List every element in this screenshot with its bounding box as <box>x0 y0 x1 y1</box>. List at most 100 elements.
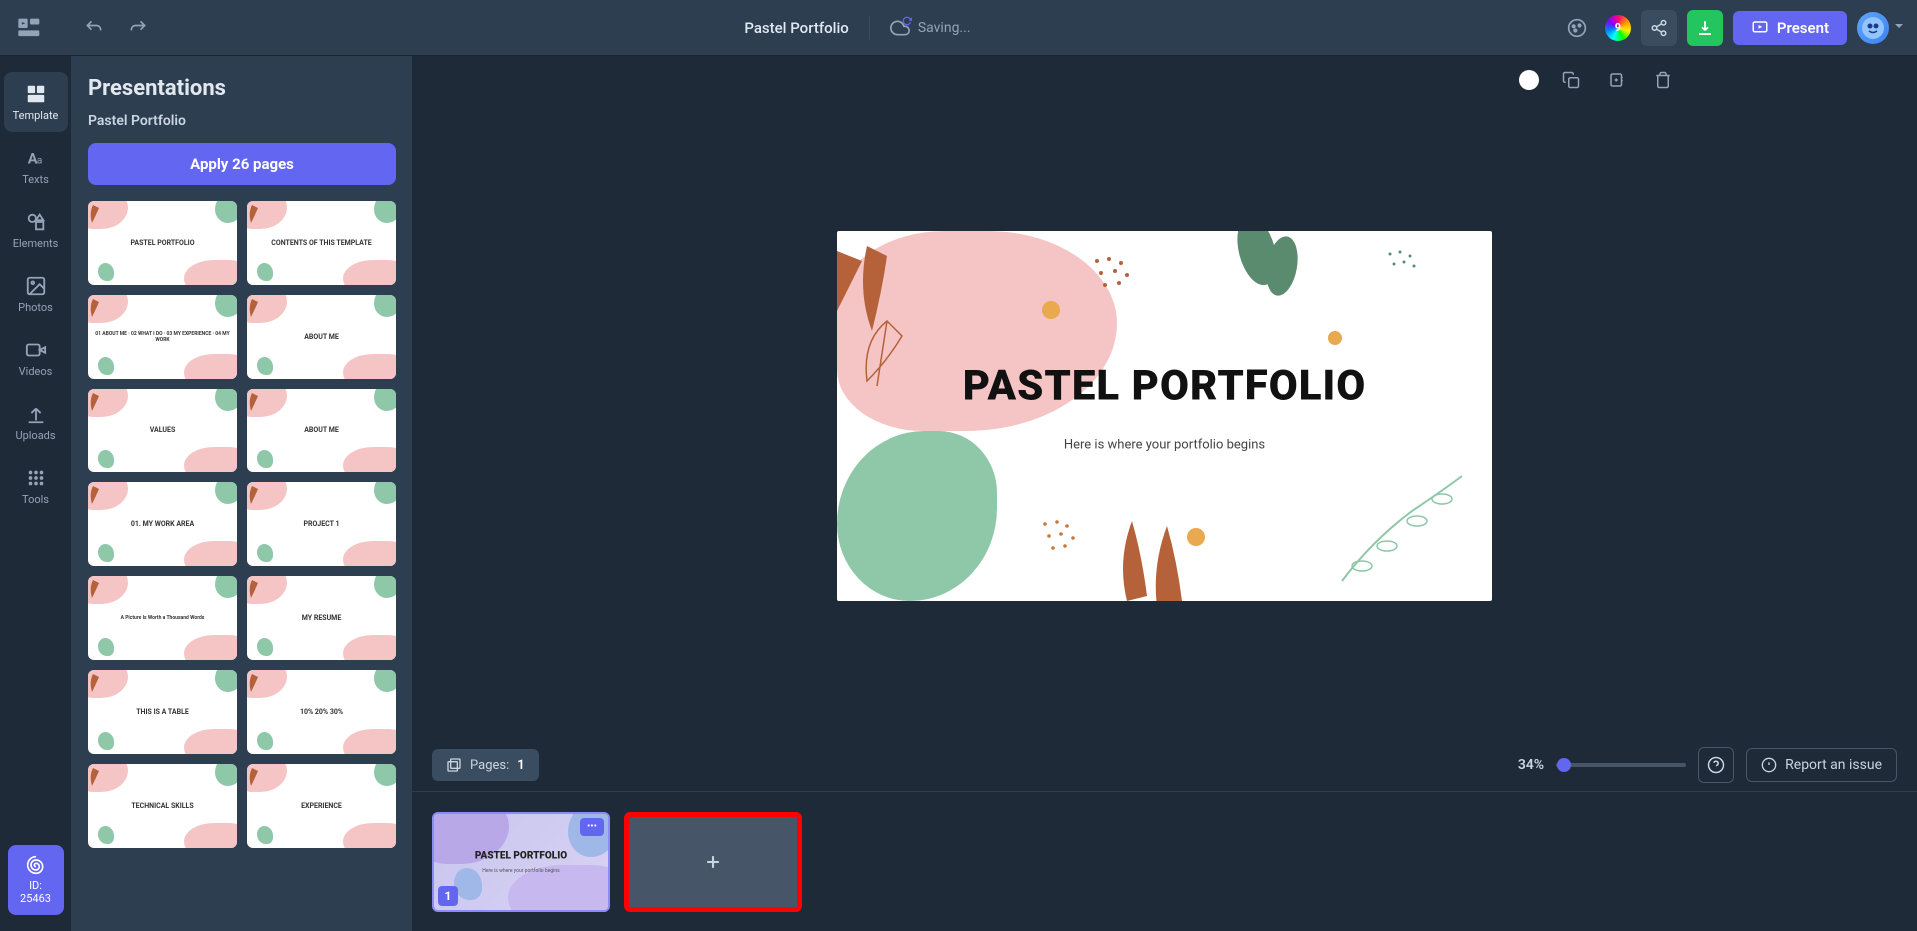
zoom-controls: 34% Report an issue <box>1518 747 1897 783</box>
template-thumbnail[interactable]: PROJECT 1 <box>247 482 396 566</box>
id-badge[interactable]: ID: 25463 <box>8 845 64 915</box>
slide-canvas[interactable]: PASTEL PORTFOLIO Here is where your port… <box>837 231 1492 601</box>
app-logo[interactable] <box>12 10 48 46</box>
thumbnail-title: CONTENTS OF THIS TEMPLATE <box>271 239 371 247</box>
undo-button[interactable] <box>76 10 112 46</box>
template-thumbnail[interactable]: ABOUT ME <box>247 389 396 473</box>
filmstrip-slide[interactable]: PASTEL PORTFOLIO Here is where your port… <box>432 812 610 912</box>
zoom-slider[interactable] <box>1556 763 1686 767</box>
filmstrip-slide-menu-button[interactable]: ••• <box>580 818 604 836</box>
template-thumbnail[interactable]: CONTENTS OF THIS TEMPLATE <box>247 201 396 285</box>
pages-icon <box>446 757 462 773</box>
add-slide-button[interactable] <box>624 812 802 912</box>
background-color-swatch[interactable] <box>1519 70 1539 90</box>
copy-slide-button[interactable] <box>1557 66 1585 94</box>
decor-leaf <box>1232 231 1312 321</box>
main-area: Template Aa Texts Elements Photos Videos… <box>0 56 1917 931</box>
template-thumbnail[interactable]: VALUES <box>88 389 237 473</box>
template-thumbnail[interactable]: 01 ABOUT ME · 02 WHAT I DO · 03 MY EXPER… <box>88 295 237 379</box>
decor-dots <box>1087 251 1147 301</box>
divider <box>869 16 870 40</box>
history-controls <box>76 10 156 46</box>
palette-button[interactable] <box>1559 10 1595 46</box>
thumbnail-title: EXPERIENCE <box>301 802 342 810</box>
template-thumbnail[interactable]: MY RESUME <box>247 576 396 660</box>
template-thumbnail[interactable]: THIS IS A TABLE <box>88 670 237 754</box>
user-avatar[interactable] <box>1857 12 1889 44</box>
topbar-right: 9 Present <box>1559 10 1905 46</box>
plus-icon <box>703 852 723 872</box>
template-thumbnail[interactable]: EXPERIENCE <box>247 764 396 848</box>
download-button[interactable] <box>1687 10 1723 46</box>
thumbnail-title: VALUES <box>150 426 176 434</box>
sidebar-item-videos[interactable]: Videos <box>4 328 68 388</box>
help-button[interactable] <box>1698 747 1734 783</box>
present-button[interactable]: Present <box>1733 11 1847 45</box>
report-issue-button[interactable]: Report an issue <box>1746 748 1897 782</box>
thumbnail-title: PASTEL PORTFOLIO <box>130 239 194 247</box>
zoom-percentage[interactable]: 34% <box>1518 757 1544 773</box>
thumbnail-title: A Picture Is Worth a Thousand Words <box>121 615 205 621</box>
slide-toolbar <box>412 56 1917 104</box>
redo-button[interactable] <box>120 10 156 46</box>
sidebar-item-texts[interactable]: Aa Texts <box>4 136 68 196</box>
filmstrip-slide-title: PASTEL PORTFOLIO <box>475 850 567 861</box>
template-panel: Presentations Pastel Portfolio Apply 26 … <box>72 56 412 931</box>
thumbnail-title: ABOUT ME <box>304 426 339 434</box>
grid-icon <box>25 467 47 489</box>
decor-branch <box>1332 471 1472 591</box>
panel-subtitle: Pastel Portfolio <box>88 113 396 129</box>
thumbnail-title: TECHNICAL SKILLS <box>131 802 193 810</box>
template-thumbnail[interactable]: PASTEL PORTFOLIO <box>88 201 237 285</box>
decor-circle <box>1328 331 1342 345</box>
tool-sidebar: Template Aa Texts Elements Photos Videos… <box>0 56 72 931</box>
filmstrip-slide-number: 1 <box>438 886 458 906</box>
template-thumbnail[interactable]: ABOUT ME <box>247 295 396 379</box>
shapes-icon <box>25 211 47 233</box>
panel-title: Presentations <box>88 76 396 101</box>
saving-status: Saving... <box>890 18 971 38</box>
slide-title-text[interactable]: PASTEL PORTFOLIO <box>963 361 1366 410</box>
filmstrip: PASTEL PORTFOLIO Here is where your port… <box>412 791 1917 931</box>
template-icon <box>25 83 47 105</box>
sidebar-item-tools[interactable]: Tools <box>4 456 68 516</box>
document-title[interactable]: Pastel Portfolio <box>744 19 849 37</box>
sidebar-item-uploads[interactable]: Uploads <box>4 392 68 452</box>
canvas-viewport[interactable]: PASTEL PORTFOLIO Here is where your port… <box>412 104 1917 739</box>
decor-blob <box>837 431 997 601</box>
thumbnail-title: ABOUT ME <box>304 333 339 341</box>
pages-indicator[interactable]: Pages: 1 <box>432 749 539 781</box>
thumbnail-title: 01. MY WORK AREA <box>131 520 194 528</box>
canvas-area: PASTEL PORTFOLIO Here is where your port… <box>412 56 1917 931</box>
template-thumbnail-grid: PASTEL PORTFOLIO CONTENTS OF THIS TEMPLAT… <box>88 201 396 848</box>
saving-label: Saving... <box>918 20 971 36</box>
share-button[interactable] <box>1641 10 1677 46</box>
apply-pages-button[interactable]: Apply 26 pages <box>88 143 396 185</box>
sidebar-item-template[interactable]: Template <box>4 72 68 132</box>
duplicate-slide-button[interactable] <box>1603 66 1631 94</box>
template-thumbnail[interactable]: 10% 20% 30% <box>247 670 396 754</box>
template-thumbnail[interactable]: 01. MY WORK AREA <box>88 482 237 566</box>
thumbnail-title: 01 ABOUT ME · 02 WHAT I DO · 03 MY EXPER… <box>92 331 233 343</box>
thumbnail-title: 10% 20% 30% <box>300 708 343 716</box>
template-thumbnail[interactable]: A Picture Is Worth a Thousand Words <box>88 576 237 660</box>
slide-subtitle-text[interactable]: Here is where your portfolio begins <box>1064 438 1265 453</box>
warning-icon <box>1761 757 1777 773</box>
color-badge[interactable]: 9 <box>1605 15 1631 41</box>
filmstrip-slide-subtitle: Here is where your portfolio begins <box>482 868 559 874</box>
topbar: Pastel Portfolio Saving... 9 Present <box>0 0 1917 56</box>
decor-dots <box>1037 516 1087 561</box>
canvas-footer: Pages: 1 34% Report an issue <box>412 739 1917 791</box>
decor-dots <box>1382 246 1432 286</box>
delete-slide-button[interactable] <box>1649 66 1677 94</box>
decor-outline-leaf <box>847 311 927 401</box>
template-thumbnail[interactable]: TECHNICAL SKILLS <box>88 764 237 848</box>
sidebar-item-elements[interactable]: Elements <box>4 200 68 260</box>
thumbnail-title: PROJECT 1 <box>303 520 339 528</box>
thumbnail-title: THIS IS A TABLE <box>136 708 189 716</box>
zoom-slider-thumb[interactable] <box>1557 758 1571 772</box>
cloud-sync-icon <box>890 18 910 38</box>
svg-text:a: a <box>36 155 41 166</box>
video-icon <box>25 339 47 361</box>
sidebar-item-photos[interactable]: Photos <box>4 264 68 324</box>
